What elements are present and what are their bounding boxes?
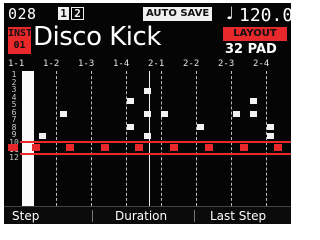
step-note[interactable]	[250, 98, 257, 104]
grid-line	[126, 71, 127, 206]
instrument-number-badge: INST 01	[8, 27, 32, 54]
beat-label: 2-4	[253, 59, 270, 69]
tempo-value[interactable]: 120.0	[239, 5, 291, 26]
step-note[interactable]	[161, 111, 168, 117]
pad-strip: 1 2 3 4 5 6 7 8 9 10 11 12	[9, 70, 19, 162]
beat-label: 2-3	[218, 59, 235, 69]
kick-step[interactable]	[101, 144, 109, 151]
note-icon: ♩	[226, 4, 235, 24]
bank-2-indicator[interactable]: 2	[71, 7, 84, 20]
sequencer-screen: 028 1 2 AUTO SAVE ♩ 120.0 INST 01 Disco …	[4, 3, 291, 224]
step-note[interactable]	[127, 124, 134, 130]
step-note[interactable]	[39, 133, 46, 139]
kick-step[interactable]	[240, 144, 248, 151]
bank-1-indicator[interactable]: 1	[58, 7, 69, 20]
beat-ruler: 1-1 1-2 1-3 1-4 2-1 2-2 2-3 2-4	[4, 59, 291, 71]
kick-step[interactable]	[274, 144, 282, 151]
grid-line	[231, 71, 232, 206]
instrument-name[interactable]: Disco Kick	[33, 22, 161, 52]
grid-line	[56, 71, 57, 206]
step-note[interactable]	[127, 98, 134, 104]
beat-label: 1-1	[8, 59, 25, 69]
beat-label: 1-2	[43, 59, 60, 69]
kick-step[interactable]	[32, 144, 40, 151]
step-note[interactable]	[233, 111, 240, 117]
last-step-function-key[interactable]: Last Step	[210, 209, 266, 223]
selected-pad-marker	[8, 144, 18, 151]
pad-mode-value[interactable]: 32 PAD	[225, 42, 277, 57]
duration-function-key[interactable]: Duration	[115, 209, 167, 223]
selected-track-row[interactable]	[20, 141, 291, 155]
grid-line	[196, 71, 197, 206]
kick-step[interactable]	[170, 144, 178, 151]
grid-line	[161, 71, 162, 206]
beat-label: 2-1	[148, 59, 165, 69]
step-note[interactable]	[197, 124, 204, 130]
step-note[interactable]	[60, 111, 67, 117]
step-note[interactable]	[144, 88, 151, 94]
step-grid[interactable]: 1 2 3 4 5 6 7 8 9 10 11 12	[4, 71, 291, 206]
beat-label: 1-4	[113, 59, 130, 69]
grid-line	[91, 71, 92, 206]
autosave-badge: AUTO SAVE	[143, 7, 213, 21]
step-note[interactable]	[250, 111, 257, 117]
step-note[interactable]	[267, 133, 274, 139]
divider	[92, 210, 93, 222]
step-note[interactable]	[267, 124, 274, 130]
layout-label: LAYOUT	[223, 27, 287, 41]
step-function-key[interactable]: Step	[12, 209, 39, 223]
kick-step[interactable]	[205, 144, 213, 151]
step-note[interactable]	[144, 133, 151, 139]
beat-label: 1-3	[78, 59, 95, 69]
beat-label: 2-2	[183, 59, 200, 69]
divider	[194, 210, 195, 222]
kick-step[interactable]	[135, 144, 143, 151]
step-note[interactable]	[144, 111, 151, 117]
kick-step[interactable]	[66, 144, 74, 151]
current-step-cursor	[22, 71, 34, 206]
function-key-bar: Step Duration Last Step	[4, 206, 291, 224]
pattern-number[interactable]: 028	[8, 5, 37, 23]
